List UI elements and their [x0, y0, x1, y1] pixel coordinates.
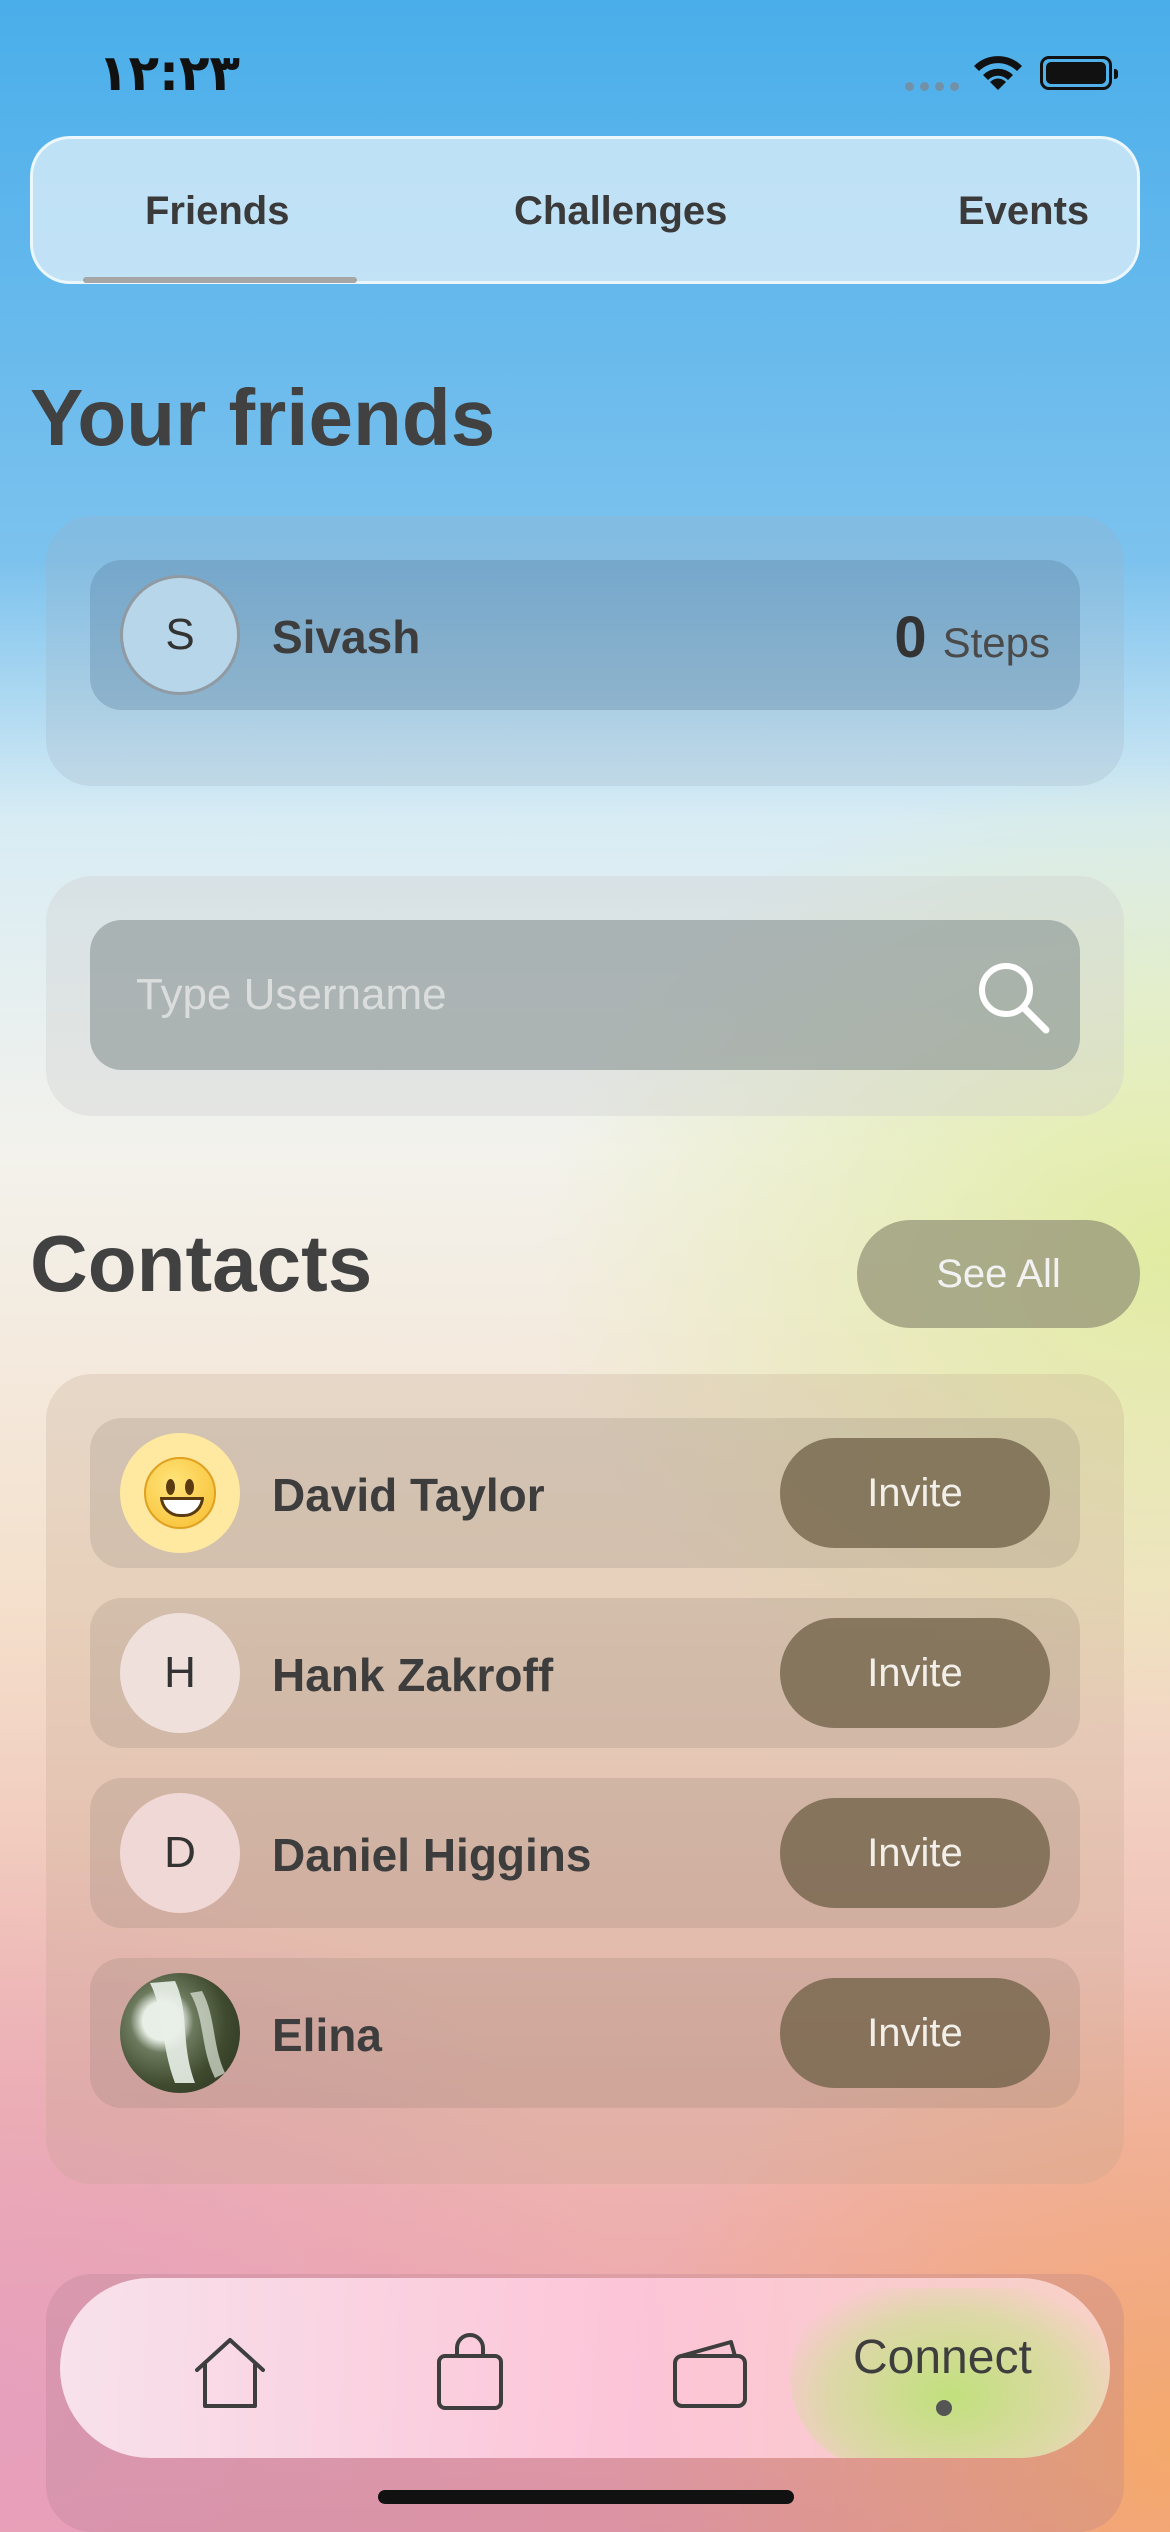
avatar: D [120, 1793, 240, 1913]
segmented-tabs: Friends Challenges Events [30, 136, 1140, 284]
search-input[interactable] [90, 920, 950, 1070]
battery-icon [1040, 56, 1118, 90]
contact-row[interactable]: H Hank Zakroff Invite [90, 1598, 1080, 1748]
friends-card: S Sivash 0 Steps [46, 516, 1124, 786]
status-time: ۱۲:۲۳ [98, 44, 241, 102]
friends-heading: Your friends [30, 373, 496, 462]
search-card [46, 876, 1124, 1116]
avatar-initial: D [164, 1828, 196, 1877]
search-field [90, 920, 1080, 1070]
wallet-icon[interactable] [665, 2328, 755, 2418]
invite-button[interactable]: Invite [780, 1618, 1050, 1728]
invite-button[interactable]: Invite [780, 1798, 1050, 1908]
home-icon[interactable] [185, 2328, 275, 2418]
contact-name: Hank Zakroff [272, 1649, 554, 1701]
waterfall-photo-icon [150, 1981, 225, 2083]
contact-name: Daniel Higgins [272, 1829, 592, 1881]
friend-row[interactable]: S Sivash 0 Steps [90, 560, 1080, 710]
active-tab-indicator [83, 277, 357, 283]
grinning-face-emoji-icon [144, 1457, 216, 1529]
home-indicator[interactable] [378, 2490, 794, 2504]
contact-row[interactable]: D Daniel Higgins Invite [90, 1778, 1080, 1928]
avatar [120, 1433, 240, 1553]
wifi-icon [974, 56, 1022, 90]
tab-challenges[interactable]: Challenges [514, 189, 727, 234]
active-indicator-dot [936, 2400, 952, 2416]
avatar-photo [120, 1973, 240, 2093]
friend-steps: 0 Steps [894, 604, 1050, 671]
invite-button[interactable]: Invite [780, 1438, 1050, 1548]
contacts-card: David Taylor Invite H Hank Zakroff Invit… [46, 1374, 1124, 2184]
contact-row[interactable]: Elina Invite [90, 1958, 1080, 2108]
avatar: S [120, 575, 240, 695]
contact-name: David Taylor [272, 1469, 545, 1521]
bottom-nav: Connect [60, 2278, 1110, 2458]
invite-button[interactable]: Invite [780, 1978, 1050, 2088]
steps-label: Steps [942, 619, 1050, 666]
avatar-initial: S [165, 610, 195, 659]
contact-name: Elina [272, 2009, 382, 2061]
avatar-initial: H [164, 1648, 196, 1697]
nav-connect[interactable]: Connect [853, 2330, 1032, 2385]
friend-name: Sivash [272, 611, 421, 663]
contact-row[interactable]: David Taylor Invite [90, 1418, 1080, 1568]
see-all-button[interactable]: See All [857, 1220, 1140, 1328]
avatar: H [120, 1613, 240, 1733]
tab-events[interactable]: Events [958, 189, 1089, 234]
steps-count: 0 [894, 605, 927, 670]
contacts-heading: Contacts [30, 1219, 373, 1308]
status-bar: ۱۲:۲۳ [0, 0, 1170, 130]
search-icon[interactable] [974, 958, 1054, 1038]
cellular-signal-icon [905, 82, 959, 91]
shopping-bag-icon[interactable] [425, 2328, 515, 2418]
tab-friends[interactable]: Friends [145, 189, 289, 234]
